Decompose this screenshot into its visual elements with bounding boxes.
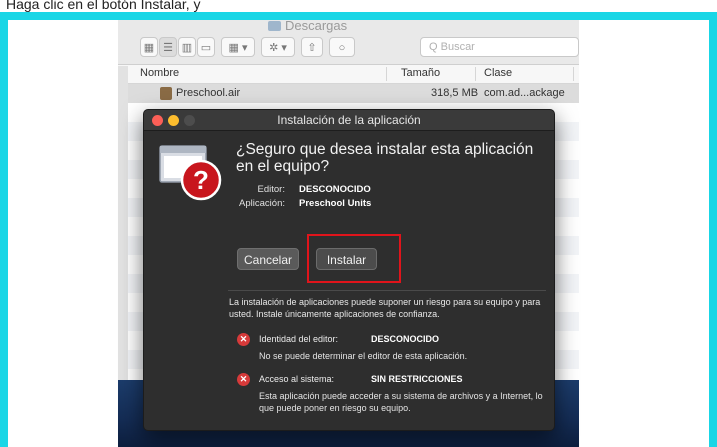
application-value: Preschool Units bbox=[299, 198, 372, 209]
instruction-caption: Haga clic en el botón Instalar, y bbox=[6, 0, 201, 12]
risk-label-publisher: Identidad del editor: bbox=[259, 334, 339, 344]
air-file-icon bbox=[160, 87, 172, 100]
finder-toolbar: Descargas ▦ ☰ ▥ ▭ ▦ ▾ ✲ ▾ ⇧ ○ Q Buscar bbox=[118, 20, 579, 65]
action-gear-icon[interactable]: ✲ ▾ bbox=[261, 37, 295, 57]
security-warning: La instalación de aplicaciones puede sup… bbox=[229, 297, 541, 319]
folder-icon bbox=[268, 21, 281, 31]
install-question: ¿Seguro que desea instalar esta aplicaci… bbox=[236, 141, 534, 175]
install-highlight-box bbox=[307, 234, 401, 283]
column-separator bbox=[386, 67, 387, 81]
risk-label-system: Acceso al sistema: bbox=[259, 374, 335, 384]
publisher-value: DESCONOCIDO bbox=[299, 184, 371, 195]
column-separator bbox=[573, 67, 574, 81]
frame-border-left bbox=[0, 12, 8, 447]
error-icon: ✕ bbox=[237, 373, 250, 386]
install-dialog: Instalación de la aplicación ? ¿Seguro q… bbox=[143, 109, 555, 431]
file-name: Preschool.air bbox=[176, 87, 241, 99]
icon-view-button[interactable]: ▦ bbox=[140, 37, 158, 57]
finder-title: Descargas bbox=[268, 20, 347, 33]
publisher-label: Editor: bbox=[257, 184, 285, 195]
dialog-divider bbox=[228, 290, 546, 291]
svg-text:?: ? bbox=[193, 165, 209, 195]
dialog-titlebar: Instalación de la aplicación bbox=[144, 110, 554, 131]
column-size[interactable]: Tamaño bbox=[401, 67, 440, 79]
column-header: Nombre Tamaño Clase bbox=[118, 65, 579, 84]
column-separator bbox=[475, 67, 476, 81]
frame-border-top bbox=[0, 12, 717, 20]
dialog-title: Instalación de la aplicación bbox=[277, 113, 421, 127]
list-view-button[interactable]: ☰ bbox=[159, 37, 177, 57]
risk-desc-publisher: No se puede determinar el editor de esta… bbox=[259, 351, 468, 361]
frame-border-right bbox=[709, 12, 717, 447]
risk-desc-system: Esta aplicación puede acceder a su siste… bbox=[259, 391, 543, 413]
column-name[interactable]: Nombre bbox=[140, 67, 179, 79]
finder-title-text: Descargas bbox=[285, 20, 348, 33]
file-size: 318,5 MB bbox=[431, 87, 479, 99]
column-kind[interactable]: Clase bbox=[484, 67, 512, 79]
search-input[interactable]: Q Buscar bbox=[420, 37, 579, 57]
application-label: Aplicación: bbox=[239, 198, 285, 209]
tag-icon[interactable]: ○ bbox=[329, 37, 355, 57]
risk-value-publisher: DESCONOCIDO bbox=[371, 334, 440, 344]
group-menu-button[interactable]: ▦ ▾ bbox=[221, 37, 255, 57]
gallery-view-button[interactable]: ▭ bbox=[197, 37, 215, 57]
column-view-button[interactable]: ▥ bbox=[178, 37, 196, 57]
file-kind: com.ad...ackage bbox=[484, 87, 565, 99]
cancel-button[interactable]: Cancelar bbox=[237, 248, 299, 270]
sidebar-edge bbox=[118, 66, 128, 386]
risk-value-system: SIN RESTRICCIONES bbox=[371, 374, 463, 384]
file-row[interactable]: Preschool.air 318,5 MB com.ad...ackage bbox=[118, 84, 579, 103]
error-icon: ✕ bbox=[237, 333, 250, 346]
unknown-app-warning-icon: ? bbox=[159, 145, 222, 201]
share-icon[interactable]: ⇧ bbox=[301, 37, 323, 57]
